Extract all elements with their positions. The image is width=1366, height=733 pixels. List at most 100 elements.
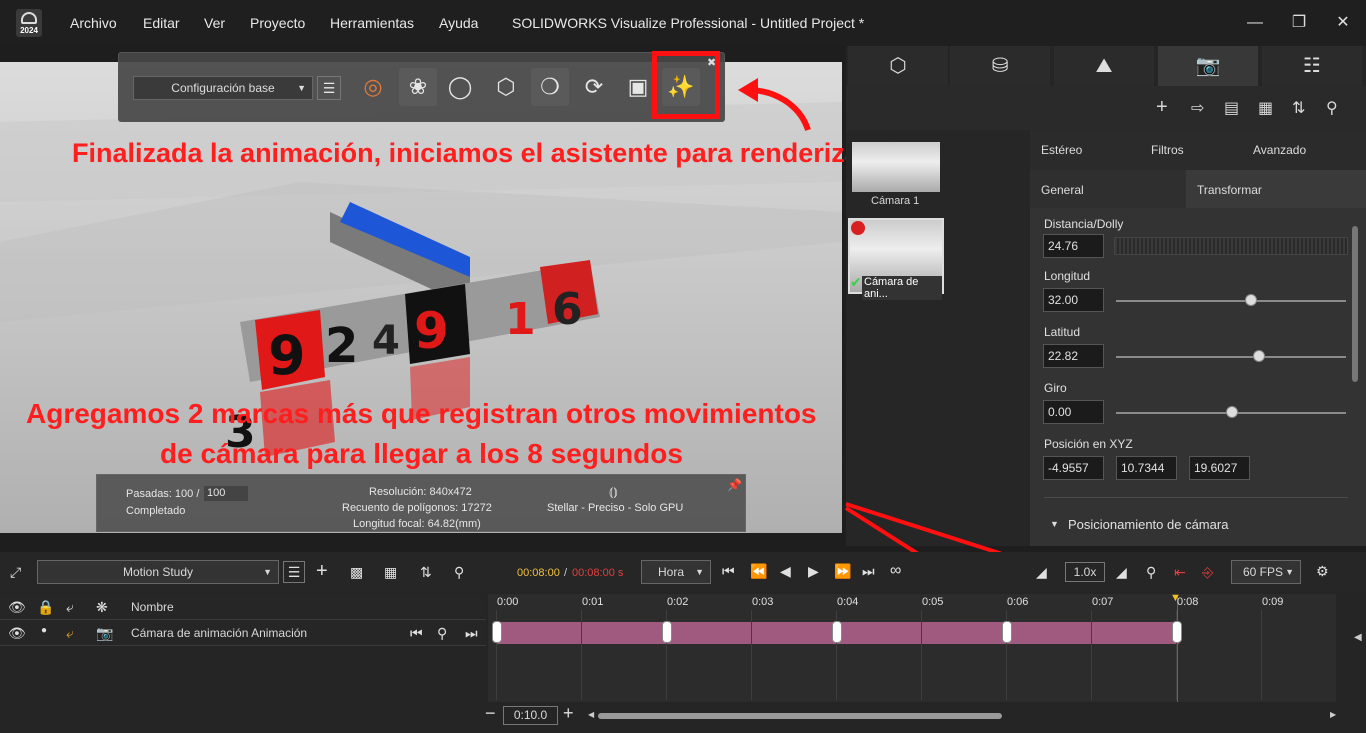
scroll-left-icon[interactable]: ◀ (588, 710, 594, 719)
lock-icon[interactable]: 🔒 (37, 599, 54, 616)
keyframe-marker[interactable] (832, 621, 842, 643)
tab-general[interactable]: General (1041, 183, 1084, 197)
minimize-button[interactable]: — (1240, 10, 1270, 36)
zoom-value[interactable]: 0:10.0 (503, 706, 558, 725)
loop-icon[interactable]: ∞ (890, 562, 901, 580)
keyframe-marker[interactable] (662, 621, 672, 643)
tab-scenes[interactable]: ⛰ (1054, 46, 1154, 86)
close-button[interactable]: ✕ (1328, 10, 1358, 36)
list-icon[interactable]: ☰ (283, 561, 305, 583)
pin-icon[interactable]: 📌 (727, 478, 742, 492)
trim-icon[interactable]: ⎆ (1202, 564, 1213, 581)
settings-icon[interactable]: ⚙ (1316, 563, 1329, 580)
properties-scrollbar[interactable] (1352, 226, 1358, 382)
sort-icon[interactable]: ⇅ (420, 564, 432, 581)
grid-icon[interactable]: ▦ (384, 564, 397, 581)
refresh-icon[interactable]: ⟳ (575, 68, 613, 106)
turntable-icon[interactable]: ◯ (441, 68, 479, 106)
speed-up-icon[interactable]: ◢ (1116, 564, 1127, 581)
fps-select[interactable]: 60 FPS ▼ (1231, 560, 1301, 584)
camera-icon[interactable]: 📷 (96, 625, 113, 642)
list-icon[interactable]: ☰ (317, 76, 341, 100)
next-key-icon[interactable]: ⏭ (465, 625, 478, 642)
restore-button[interactable]: ❐ (1284, 10, 1314, 36)
z-input[interactable]: 19.6027 (1189, 456, 1250, 480)
menu-ver[interactable]: Ver (204, 15, 225, 31)
y-input[interactable]: 10.7344 (1116, 456, 1177, 480)
camera-thumb-1[interactable] (852, 142, 940, 192)
camera-add-icon[interactable]: ▩ (350, 564, 363, 581)
key-icon[interactable]: ⚲ (1146, 564, 1156, 581)
speed-value[interactable]: 1.0x (1065, 562, 1105, 582)
skip-end-icon[interactable]: ⏭ (862, 563, 875, 580)
tab-filtros[interactable]: Filtros (1151, 143, 1184, 157)
search-icon[interactable]: ⚲ (1326, 98, 1338, 118)
navigate-icon[interactable]: ❍ (531, 68, 569, 106)
play-reverse-icon[interactable]: ◀ (780, 563, 791, 580)
view-icon[interactable]: ▤ (1224, 98, 1239, 118)
latitude-input[interactable]: 22.82 (1043, 344, 1104, 368)
roll-knob[interactable] (1226, 406, 1238, 418)
rewind-key-icon[interactable]: ⇤ (1174, 564, 1186, 581)
keyframe-marker[interactable] (1172, 621, 1182, 643)
search-icon[interactable]: ⚲ (454, 564, 464, 581)
add-icon[interactable]: + (1156, 96, 1168, 119)
x-input[interactable]: -4.9557 (1043, 456, 1104, 480)
scroll-right-icon[interactable]: ◀ (1354, 632, 1362, 643)
path-color-icon[interactable]: ⤶ (66, 625, 74, 642)
tab-avanzado[interactable]: Avanzado (1253, 143, 1306, 157)
target-icon[interactable]: ◎ (354, 68, 392, 106)
latitude-knob[interactable] (1253, 350, 1265, 362)
longitude-slider[interactable] (1116, 300, 1346, 302)
path-icon[interactable]: ⤶ (66, 599, 74, 616)
horizontal-scrollbar[interactable] (598, 713, 1002, 719)
add-icon[interactable]: + (316, 560, 328, 583)
longitude-input[interactable]: 32.00 (1043, 288, 1104, 312)
step-back-icon[interactable]: ⏪ (750, 563, 767, 580)
cube-cursor-icon[interactable]: ⬡ (487, 68, 525, 106)
dolly-scrubber[interactable] (1114, 237, 1348, 255)
tab-transformar[interactable]: Transformar (1197, 183, 1262, 197)
caret-down-icon[interactable]: ▼ (1050, 519, 1059, 529)
passes-input[interactable]: 100 (204, 486, 248, 501)
prev-key-icon[interactable]: ⏮ (410, 625, 423, 642)
menu-ayuda[interactable]: Ayuda (439, 15, 478, 31)
timeline-area[interactable] (488, 594, 1336, 702)
tab-cameras[interactable]: 📷 (1158, 46, 1258, 86)
play-icon[interactable]: ▶ (808, 563, 819, 580)
model-icon[interactable]: ❋ (96, 599, 108, 616)
eye-icon[interactable]: 👁 (8, 625, 26, 642)
eye-icon[interactable]: 👁 (8, 599, 26, 616)
collapse-icon[interactable]: ⤢ (10, 564, 21, 581)
speed-down-icon[interactable]: ◢ (1036, 564, 1047, 581)
menu-proyecto[interactable]: Proyecto (250, 15, 305, 31)
zoom-in-icon[interactable]: + (563, 703, 574, 724)
time-unit-select[interactable]: Hora ▼ (641, 560, 711, 584)
tab-estereo[interactable]: Estéreo (1041, 143, 1082, 157)
key-edit-icon[interactable]: ⚲ (437, 625, 447, 642)
skip-start-icon[interactable]: ⏮ (722, 563, 735, 580)
zoom-out-icon[interactable]: − (485, 703, 496, 724)
longitude-knob[interactable] (1245, 294, 1257, 306)
keyframe-marker[interactable] (492, 621, 502, 643)
menu-archivo[interactable]: Archivo (70, 15, 117, 31)
latitude-slider[interactable] (1116, 356, 1346, 358)
grid-icon[interactable]: ▦ (1258, 98, 1273, 118)
roll-input[interactable]: 0.00 (1043, 400, 1104, 424)
camera-positioning-section[interactable]: Posicionamiento de cámara (1068, 517, 1228, 532)
tab-models[interactable]: ⬡ (848, 46, 948, 86)
playhead[interactable] (1177, 596, 1178, 702)
export-icon[interactable]: ⇨ (1191, 98, 1204, 118)
tab-appearances[interactable]: ⛁ (950, 46, 1050, 86)
menu-editar[interactable]: Editar (143, 15, 180, 31)
sort-icon[interactable]: ⇅ (1292, 98, 1305, 118)
step-forward-icon[interactable]: ⏩ (834, 563, 851, 580)
camera-thumb-2[interactable]: ✔ Cámara de ani... (848, 218, 944, 300)
menu-herramientas[interactable]: Herramientas (330, 15, 414, 31)
scroll-right-small-icon[interactable]: ▶ (1330, 710, 1336, 719)
keyframe-marker[interactable] (1002, 621, 1012, 643)
tab-libraries[interactable]: ☷ (1262, 46, 1362, 86)
dolly-input[interactable]: 24.76 (1043, 234, 1104, 258)
configuration-select[interactable]: Configuración base ▼ (133, 76, 313, 100)
motion-study-select[interactable]: Motion Study ▼ (37, 560, 279, 584)
